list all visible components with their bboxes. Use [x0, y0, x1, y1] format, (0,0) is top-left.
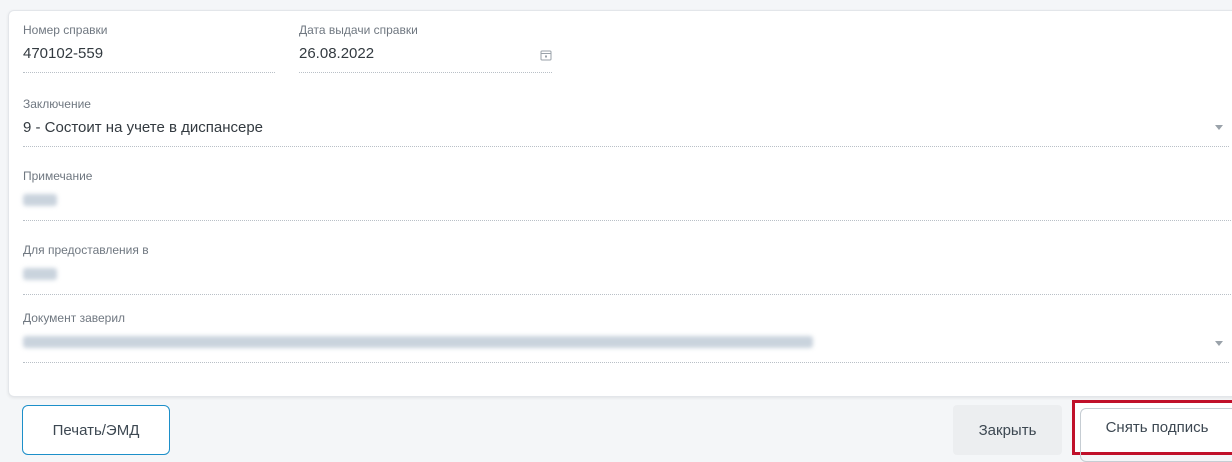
certificate-form-card: Номер справки 470102-559 Дата выдачи спр… — [8, 10, 1232, 397]
conclusion-value: 9 - Состоит на учете в диспансере — [23, 119, 264, 136]
certified-by-select[interactable]: Документ заверил — [23, 311, 1229, 363]
close-button[interactable]: Закрыть — [953, 405, 1062, 455]
conclusion-label: Заключение — [23, 97, 91, 111]
print-emd-button[interactable]: Печать/ЭМД — [22, 405, 170, 455]
provide-to-value-redacted[interactable] — [23, 265, 1232, 283]
number-field[interactable]: Номер справки 470102-559 — [23, 23, 275, 73]
chevron-down-icon[interactable] — [1215, 125, 1223, 130]
issue-date-value[interactable]: 26.08.2022 — [299, 45, 552, 63]
number-value[interactable]: 470102-559 — [23, 45, 275, 63]
certified-by-underline — [23, 362, 1229, 363]
issue-date-underline — [299, 72, 552, 73]
note-underline — [23, 220, 1232, 221]
chevron-down-icon[interactable] — [1215, 341, 1223, 346]
number-underline — [23, 72, 275, 73]
certified-by-value-redacted — [23, 333, 1229, 351]
provide-to-field[interactable]: Для предоставления в — [23, 243, 1232, 295]
issue-date-label: Дата выдачи справки — [299, 23, 418, 37]
note-value-redacted[interactable] — [23, 191, 1232, 209]
remove-signature-button[interactable]: Снять подпись — [1072, 400, 1232, 462]
provide-to-label: Для предоставления в — [23, 243, 149, 257]
conclusion-select[interactable]: Заключение 9 - Состоит на учете в диспан… — [23, 97, 1229, 147]
issue-date-field[interactable]: Дата выдачи справки 26.08.2022 — [299, 23, 552, 73]
conclusion-underline — [23, 146, 1229, 147]
provide-to-underline — [23, 294, 1232, 295]
certified-by-label: Документ заверил — [23, 311, 126, 325]
number-label: Номер справки — [23, 23, 108, 37]
note-field[interactable]: Примечание — [23, 169, 1232, 221]
remove-signature-label: Снять подпись — [1105, 419, 1209, 436]
calendar-icon[interactable] — [540, 49, 552, 61]
note-label: Примечание — [23, 169, 93, 183]
